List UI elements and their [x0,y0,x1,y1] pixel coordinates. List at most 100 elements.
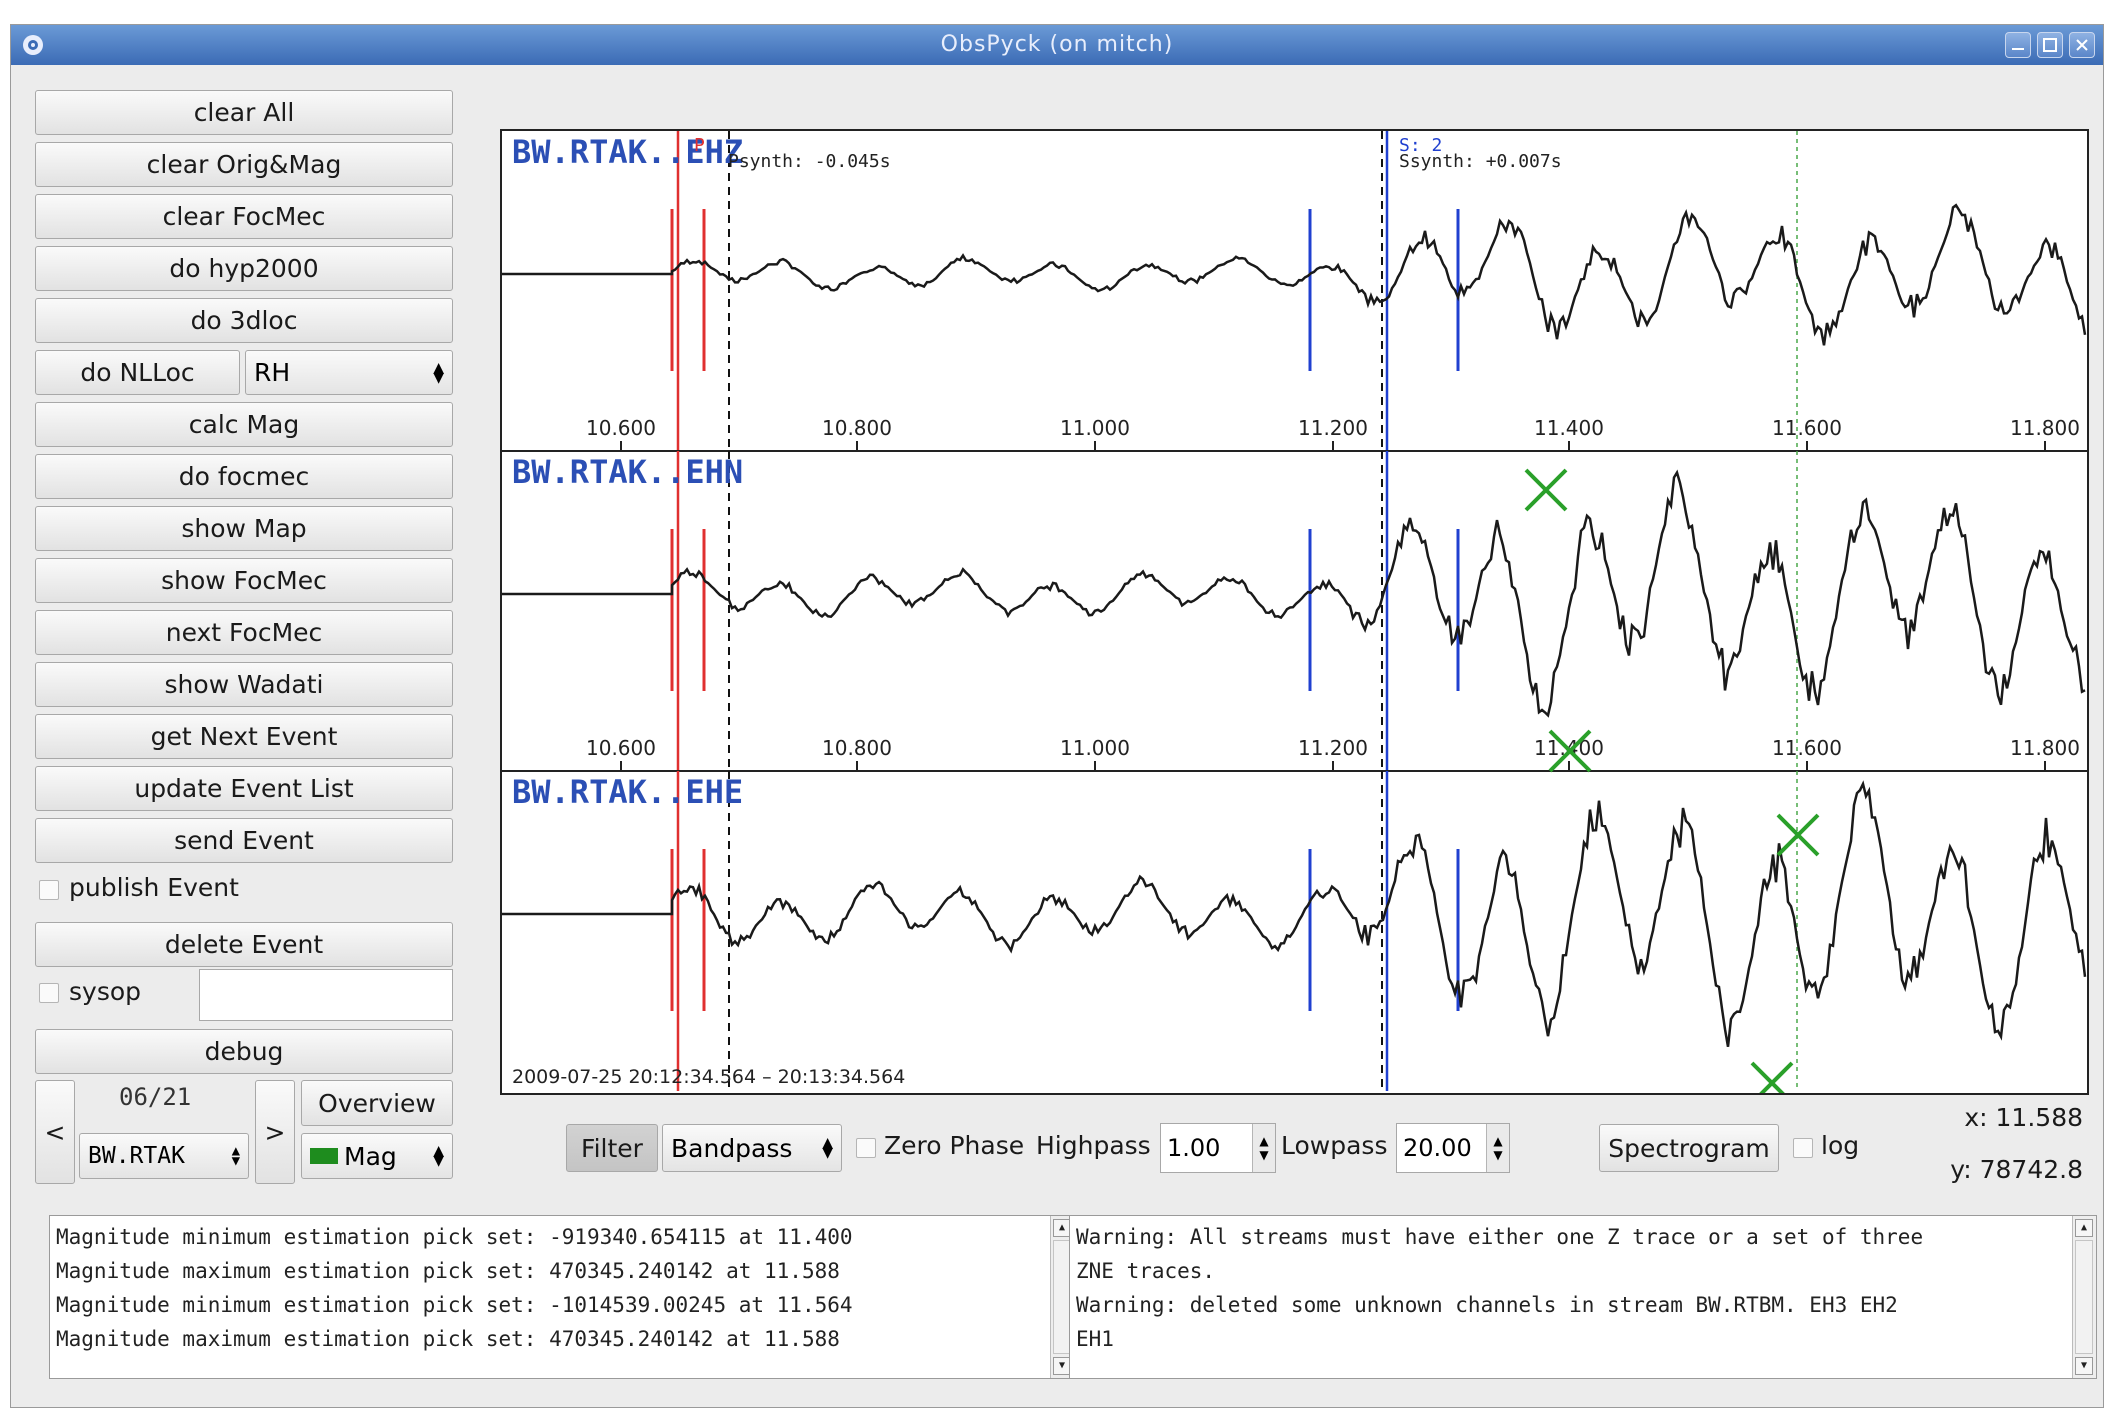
station-value: BW.RTAK [88,1143,185,1169]
trace-name-label: BW.RTAK..EHE [512,773,743,811]
pick-type-value: Mag [344,1141,397,1171]
clear-all-button[interactable]: clear All [35,90,453,135]
updown-arrows-icon: ▲ ▼ [822,1135,833,1161]
scroll-up-icon[interactable]: ▲ [2075,1219,2093,1237]
nlloc-model-value: RH [254,358,291,387]
log-line: ZNE traces. [1076,1259,1216,1283]
prev-event-button[interactable]: < [35,1080,75,1184]
show-map-button[interactable]: show Map [35,506,453,551]
event-counter: 06/21 [119,1083,192,1111]
clear-orig-mag-button[interactable]: clear Orig&Mag [35,142,453,187]
log-label: log [1821,1131,1860,1160]
debug-button[interactable]: debug [35,1029,453,1074]
magnitude-max-marker [1776,813,1820,857]
zero-phase-checkbox[interactable] [856,1138,876,1158]
error-log-scrollbar[interactable]: ▲ ▼ [2072,1216,2096,1378]
x-tick-label: 10.800 [822,736,892,760]
seismogram-plot-area[interactable]: BW.RTAK..EHZ 10.600 10.800 11.000 11.200 11.4… [500,129,2089,1105]
filter-toggle-button[interactable]: Filter [566,1124,658,1172]
close-icon [2076,39,2088,51]
y-coordinate-readout: y: 78742.8 [1950,1155,2083,1184]
scroll-thumb[interactable] [2075,1240,2093,1354]
x-tick-label: 10.800 [822,416,892,440]
app-icon [23,35,43,55]
delete-event-button[interactable]: delete Event [35,922,453,967]
log-line: Warning: All streams must have either on… [1076,1225,1924,1249]
window-title: ObsPyck (on mitch) [940,32,1174,57]
do-focmec-button[interactable]: do focmec [35,454,453,499]
log-line: Warning: deleted some unknown channels i… [1076,1293,1898,1317]
updown-arrows-icon: ▲ ▼ [231,1143,240,1169]
seismogram-trace [502,469,2086,718]
station-select[interactable]: BW.RTAK ▲ ▼ [79,1133,249,1179]
trace-name-label: BW.RTAK..EHZ [512,133,743,171]
filter-type-select[interactable]: Bandpass ▲ ▼ [662,1124,842,1172]
x-tick-label: 11.800 [2010,416,2080,440]
log-line: Magnitude minimum estimation pick set: -… [56,1293,853,1317]
show-wadati-button[interactable]: show Wadati [35,662,453,707]
seismogram-canvas[interactable]: BW.RTAK..EHZ 10.600 10.800 11.000 11.200 11.4… [502,131,2087,1105]
clear-focmec-button[interactable]: clear FocMec [35,194,453,239]
scroll-down-icon[interactable]: ▼ [2075,1357,2093,1375]
log-line: Magnitude maximum estimation pick set: 4… [56,1259,840,1283]
lowpass-value: 20.00 [1403,1134,1472,1162]
updown-arrows-icon: ▲ ▼ [433,1143,444,1169]
x-tick-label: 11.600 [1772,736,1842,760]
seismogram-trace [502,780,2087,1048]
error-log[interactable]: Warning: All streams must have either on… [1069,1215,2097,1379]
lowpass-input[interactable]: 20.00 ▲ ▼ [1396,1123,1510,1173]
do-nlloc-button[interactable]: do NLLoc [35,350,240,395]
minimize-icon [2012,48,2024,50]
close-button[interactable] [2069,32,2095,58]
update-event-list-button[interactable]: update Event List [35,766,453,811]
send-event-button[interactable]: send Event [35,818,453,863]
publish-event-checkbox[interactable] [39,880,59,900]
trace-name-label: BW.RTAK..EHN [512,453,743,491]
highpass-label: Highpass [1036,1131,1151,1160]
log-line: EH1 [1076,1327,1114,1351]
sysop-password-field[interactable] [199,969,453,1021]
maximize-icon [2043,38,2057,52]
sysop-label: sysop [69,977,142,1006]
x-coordinate-readout: x: 11.588 [1964,1103,2083,1132]
x-tick-label: 10.600 [586,736,656,760]
x-tick-label: 11.200 [1298,736,1368,760]
get-next-event-button[interactable]: get Next Event [35,714,453,759]
minimize-button[interactable] [2005,32,2031,58]
do-hyp2000-button[interactable]: do hyp2000 [35,246,453,291]
calc-mag-button[interactable]: calc Mag [35,402,453,447]
pick-type-select[interactable]: Mag ▲ ▼ [301,1133,453,1179]
maximize-button[interactable] [2037,32,2063,58]
lowpass-label: Lowpass [1281,1131,1388,1160]
highpass-spinner[interactable]: ▲ ▼ [1252,1124,1275,1172]
publish-event-label: publish Event [69,873,239,902]
x-tick-label: 11.400 [1534,416,1604,440]
nlloc-model-select[interactable]: RH ▲ ▼ [245,350,453,395]
highpass-value: 1.00 [1167,1134,1221,1162]
info-log[interactable]: Magnitude minimum estimation pick set: -… [49,1215,1075,1379]
x-tick-label: 11.800 [2010,736,2080,760]
next-focmec-button[interactable]: next FocMec [35,610,453,655]
main-window: ObsPyck (on mitch) clear All clear Orig&… [10,24,2104,1408]
x-tick-label: 11.000 [1060,416,1130,440]
sysop-checkbox[interactable] [39,983,59,1003]
highpass-input[interactable]: 1.00 ▲ ▼ [1160,1123,1276,1173]
filter-type-value: Bandpass [671,1133,793,1163]
seismogram-trace [502,203,2087,346]
x-tick-label: 11.000 [1060,736,1130,760]
x-tick-label: 11.200 [1298,416,1368,440]
next-event-button[interactable]: > [255,1080,295,1184]
show-focmec-button[interactable]: show FocMec [35,558,453,603]
p-synthetic-residual-label: Psynth: -0.045s [728,151,891,172]
magnitude-min-marker [1750,1061,1794,1105]
spectrogram-button[interactable]: Spectrogram [1599,1124,1779,1172]
lowpass-spinner[interactable]: ▲ ▼ [1486,1124,1509,1172]
log-checkbox[interactable] [1793,1138,1813,1158]
x-tick-label: 10.600 [586,416,656,440]
title-bar: ObsPyck (on mitch) [11,25,2103,65]
updown-arrows-icon: ▲ ▼ [433,359,444,386]
log-line: Magnitude minimum estimation pick set: -… [56,1225,853,1249]
overview-button[interactable]: Overview [301,1080,453,1126]
do-3dloc-button[interactable]: do 3dloc [35,298,453,343]
time-range-label: 2009-07-25 20:12:34.564 – 20:13:34.564 [512,1066,905,1088]
